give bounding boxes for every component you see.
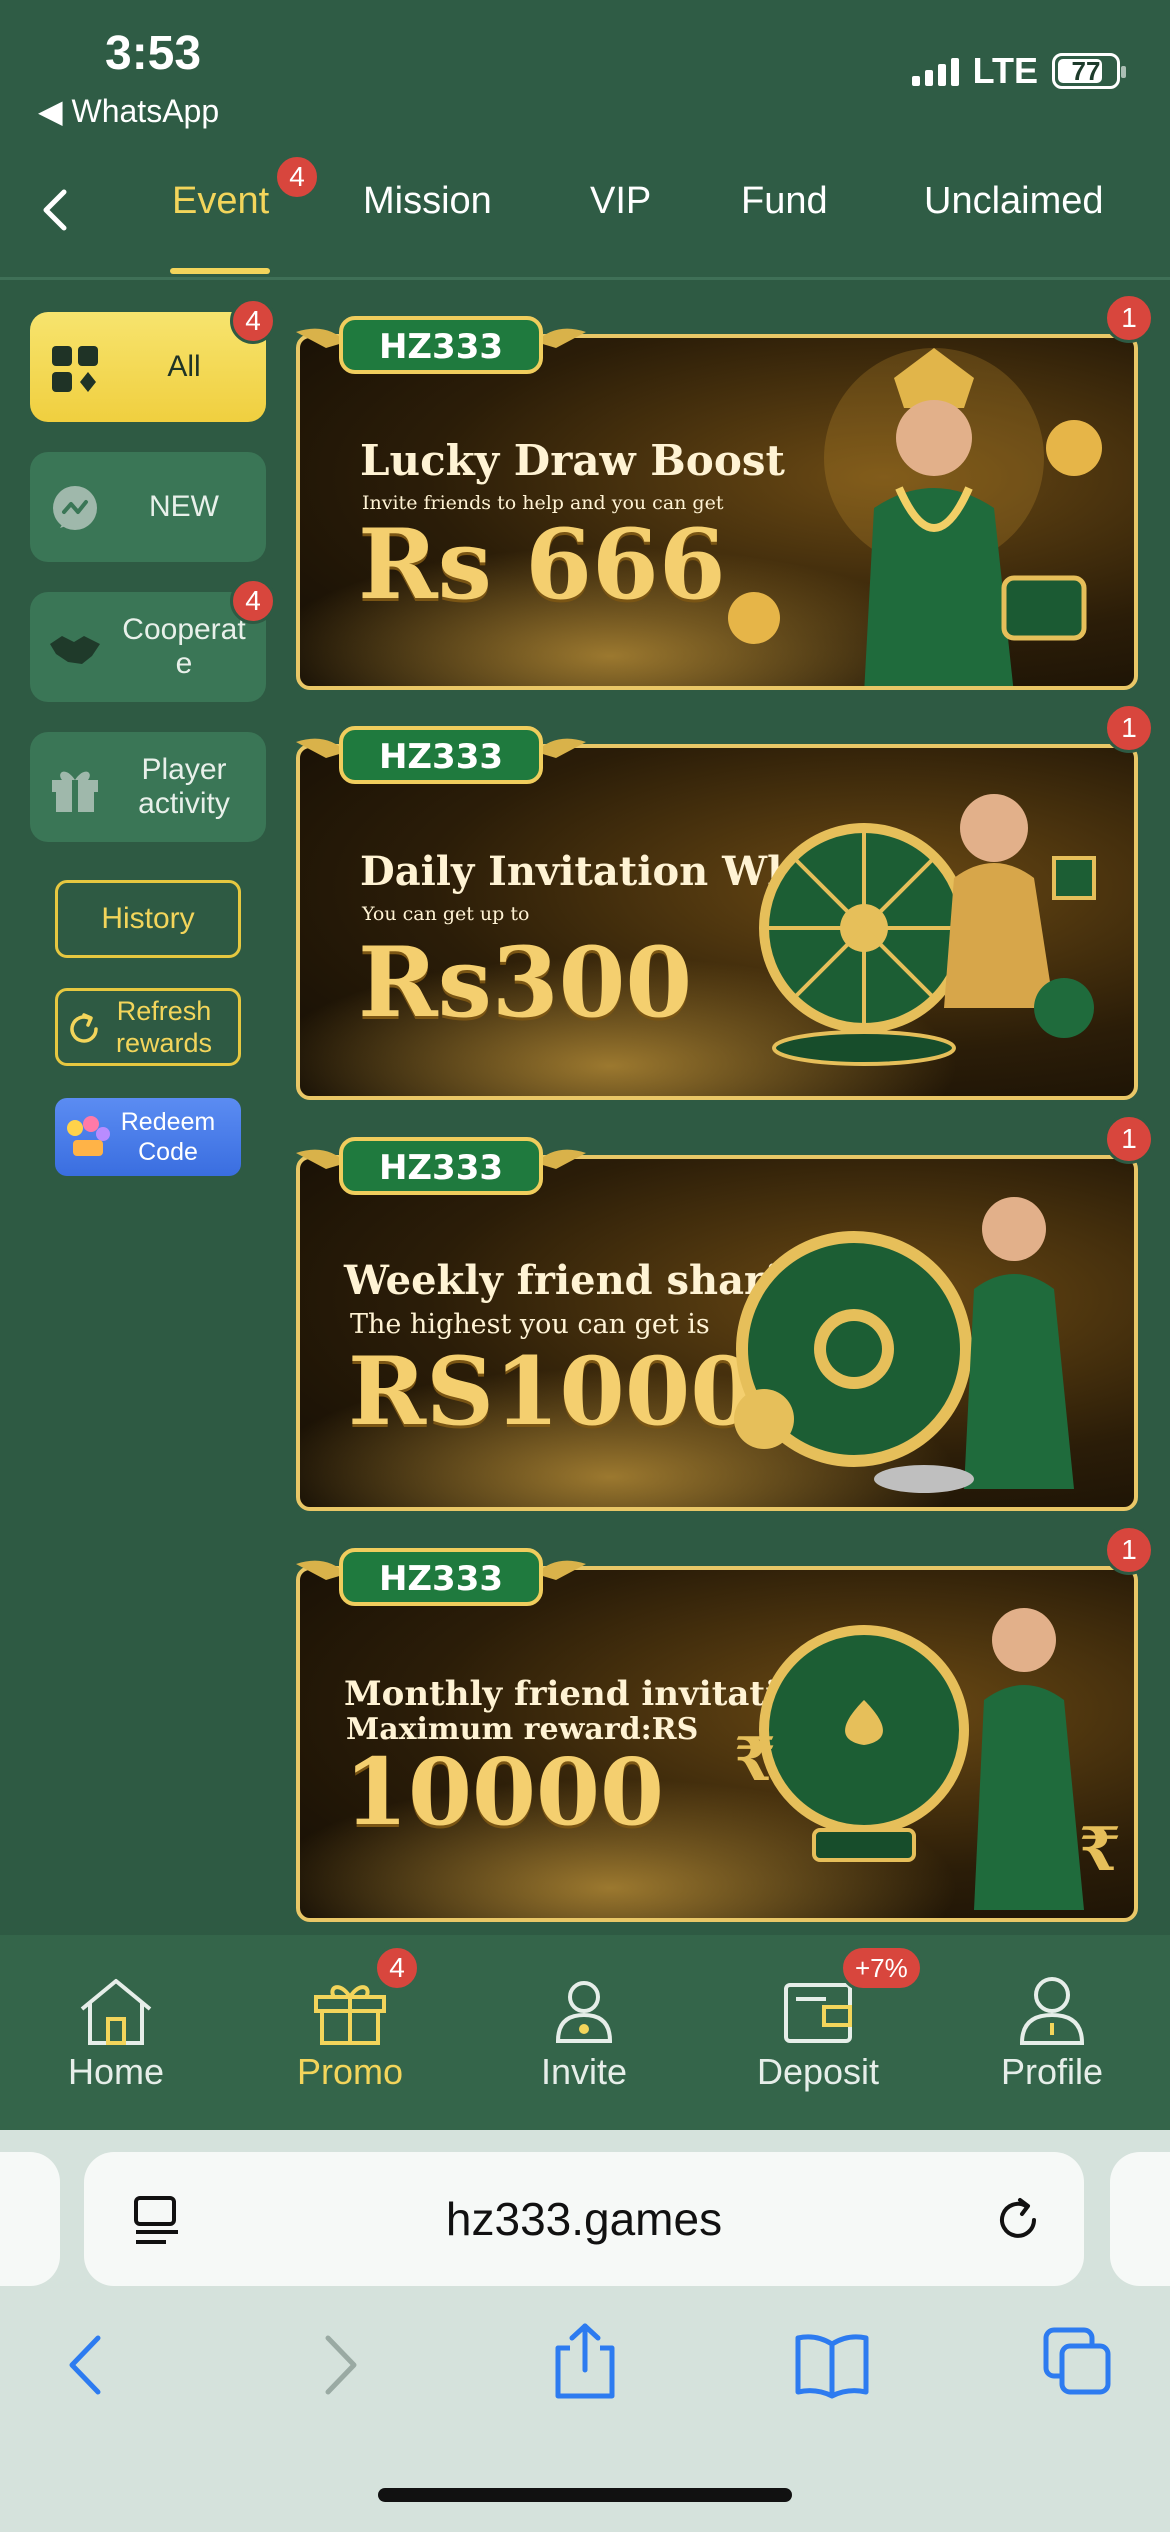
hz333-logo-icon: HZ333 xyxy=(296,1548,586,1606)
nav-deposit[interactable]: Deposit xyxy=(718,1975,918,2093)
sidebar-item-new[interactable]: NEW xyxy=(30,452,266,562)
banner-title: Lucky Draw Boost xyxy=(360,436,785,485)
tab-event[interactable]: Event xyxy=(172,180,269,223)
flower-gift-icon xyxy=(67,1116,110,1156)
banner-badge: 1 xyxy=(1104,1114,1154,1164)
home-icon xyxy=(80,1979,152,2045)
goddess-illustration-icon xyxy=(728,348,1102,686)
hz333-logo-icon: HZ333 xyxy=(296,726,586,784)
banner-amount: RS1000 xyxy=(348,1337,756,1447)
nav-deposit-badge: +7% xyxy=(840,1945,923,1991)
hz333-logo-icon: HZ333 xyxy=(296,316,586,374)
banner-amount: Rs 666 xyxy=(358,508,726,621)
prize-wheel-illustration-icon: ₹ ₹ xyxy=(734,1608,1121,1910)
svg-text:HZ333: HZ333 xyxy=(379,1148,503,1188)
people-icon xyxy=(555,1981,613,2043)
active-tab-underline xyxy=(170,268,270,274)
gift-icon xyxy=(52,771,98,812)
status-time: 3:53 xyxy=(105,27,202,80)
tab-unclaimed[interactable]: Unclaimed xyxy=(924,180,1104,223)
battery-icon: 77 xyxy=(1052,53,1126,89)
svg-text:HZ333: HZ333 xyxy=(379,327,503,367)
banner-monthly-friend-invitations[interactable]: Monthly friend invitations Maximum rewar… xyxy=(296,1566,1138,1922)
banner-weekly-friend-sharing[interactable]: Weekly friend sharing The highest you ca… xyxy=(296,1155,1138,1511)
back-arrow-icon[interactable] xyxy=(30,180,80,240)
chat-icon xyxy=(53,486,97,530)
refresh-icon xyxy=(70,1013,98,1043)
banner-badge: 1 xyxy=(1104,1525,1154,1575)
browser-forward-icon[interactable] xyxy=(314,2330,364,2400)
signal-icon xyxy=(911,56,959,86)
bookmarks-icon[interactable] xyxy=(794,2330,870,2400)
browser-back-icon[interactable] xyxy=(62,2330,112,2400)
address-bar[interactable]: hz333.games xyxy=(84,2152,1084,2286)
url-text: hz333.games xyxy=(445,2193,723,2245)
tab-event-badge: 4 xyxy=(274,154,320,200)
nav-invite[interactable]: Invite xyxy=(484,1975,684,2093)
nav-promo[interactable]: Promo xyxy=(250,1975,450,2093)
home-indicator xyxy=(378,2488,792,2502)
svg-text:HZ333: HZ333 xyxy=(379,737,503,777)
status-indicators: LTE 77 xyxy=(911,50,1126,92)
gift-icon xyxy=(314,1985,386,2045)
sidebar-item-label: NEW xyxy=(149,490,219,523)
sidebar-item-label: Cooperat e xyxy=(122,613,246,680)
back-to-app-link[interactable]: ◀ WhatsApp xyxy=(38,92,219,130)
svg-text:₹: ₹ xyxy=(734,1725,776,1795)
svg-text:₹: ₹ xyxy=(1079,1815,1121,1885)
banner-subtitle: The highest you can get is xyxy=(350,1309,710,1340)
bottom-navigation: Home Promo 4 Invite Deposit +7% Profile xyxy=(0,1935,1170,2130)
redeem-code-button[interactable]: Redeem Code xyxy=(55,1098,241,1176)
next-tab-peek[interactable] xyxy=(1110,2152,1170,2286)
hz333-logo-icon: HZ333 xyxy=(296,1137,586,1195)
tab-fund[interactable]: Fund xyxy=(741,180,828,223)
prize-wheel-illustration-icon xyxy=(734,1197,1074,1493)
banner-lucky-draw-boost[interactable]: Lucky Draw Boost Invite friends to help … xyxy=(296,334,1138,690)
banner-amount: Rs300 xyxy=(358,926,693,1039)
grid-icon xyxy=(52,346,98,392)
tab-vip[interactable]: VIP xyxy=(590,180,651,223)
tab-mission[interactable]: Mission xyxy=(363,180,492,223)
banner-badge: 1 xyxy=(1104,293,1154,343)
sidebar-cooperate-badge: 4 xyxy=(230,578,276,624)
wallet-icon xyxy=(784,1983,852,2043)
person-icon xyxy=(1019,1977,1085,2045)
browser-chrome: hz333.games xyxy=(0,2130,1170,2532)
previous-tab-peek[interactable] xyxy=(0,2152,60,2286)
nav-promo-label: Promo xyxy=(296,2051,404,2092)
status-bar: 3:53 ◀ WhatsApp LTE 77 xyxy=(0,0,1170,140)
reload-icon[interactable] xyxy=(992,2194,1044,2246)
history-button[interactable]: History xyxy=(55,880,241,958)
nav-profile[interactable]: Profile xyxy=(952,1975,1152,2093)
sidebar-item-label: Player activity xyxy=(138,753,230,820)
sidebar-all-badge: 4 xyxy=(230,298,276,344)
banner-daily-invitation-wheel[interactable]: Daily Invitation Wheel You can get up to… xyxy=(296,744,1138,1100)
network-label: LTE xyxy=(972,50,1038,91)
banner-subtitle: You can get up to xyxy=(362,903,530,925)
refresh-rewards-button[interactable]: Refresh rewards xyxy=(55,988,241,1066)
share-icon[interactable] xyxy=(550,2320,620,2400)
redeem-code-label: Redeem Code xyxy=(120,1108,216,1166)
nav-home-label: Home xyxy=(67,2051,165,2092)
tabs-icon[interactable] xyxy=(1042,2326,1114,2398)
refresh-rewards-label: Refresh rewards xyxy=(115,996,213,1058)
prize-wheel-illustration-icon xyxy=(759,794,1096,1066)
nav-home[interactable]: Home xyxy=(16,1975,216,2093)
nav-profile-label: Profile xyxy=(1000,2051,1104,2092)
top-tab-bar: Event 4 Mission VIP Fund Unclaimed xyxy=(0,140,1170,280)
handshake-icon xyxy=(50,636,100,664)
svg-text:HZ333: HZ333 xyxy=(379,1559,503,1599)
battery-level: 77 xyxy=(1071,55,1101,86)
banner-badge: 1 xyxy=(1104,703,1154,753)
nav-deposit-label: Deposit xyxy=(756,2051,880,2092)
nav-invite-label: Invite xyxy=(540,2051,628,2092)
nav-promo-badge: 4 xyxy=(374,1945,420,1991)
sidebar-item-label: All xyxy=(167,350,201,383)
sidebar-item-player-activity[interactable]: Player activity xyxy=(30,732,266,842)
banner-amount: 10000 xyxy=(344,1738,665,1846)
